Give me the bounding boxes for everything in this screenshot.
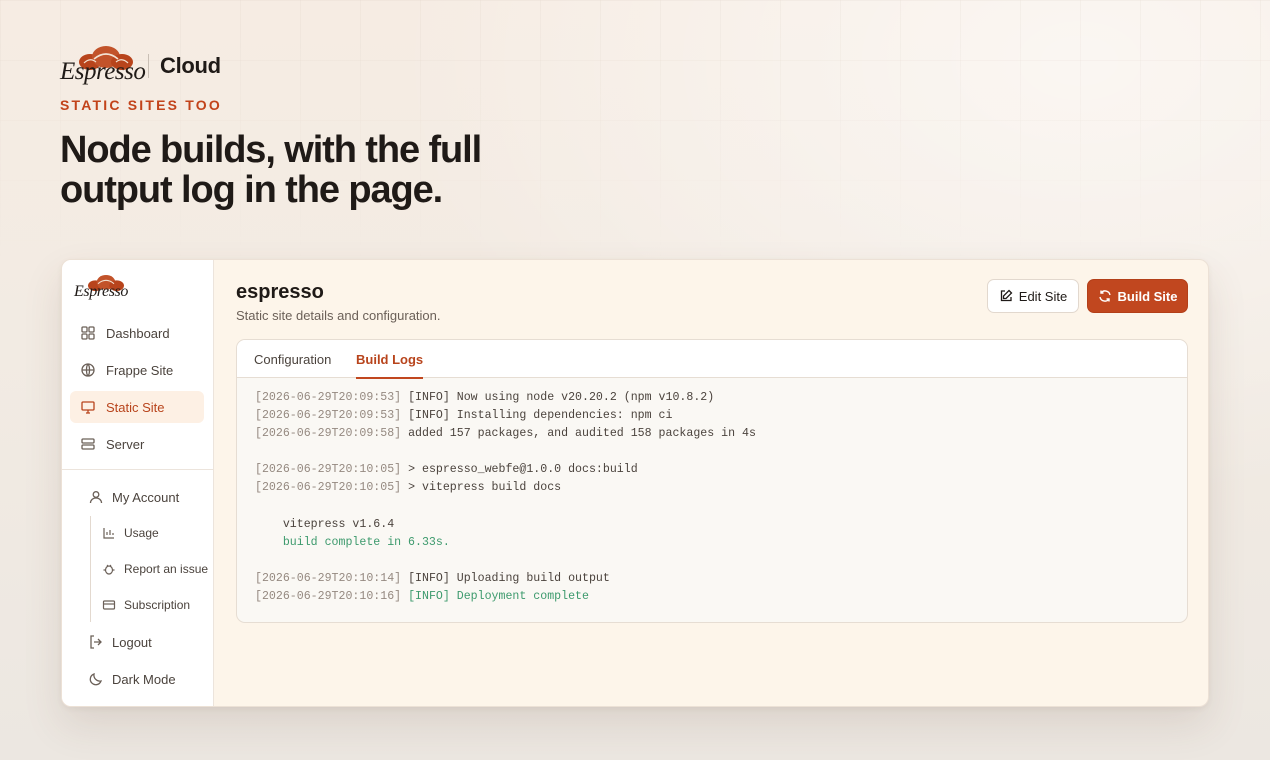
hero-eyebrow: STATIC SITES TOO bbox=[60, 97, 222, 113]
log-line: [2026-06-29T20:10:05] > vitepress build … bbox=[255, 479, 756, 497]
sidebar-item-my-account[interactable]: My Account bbox=[78, 482, 214, 512]
globe-icon bbox=[81, 363, 95, 377]
tab-build-logs[interactable]: Build Logs bbox=[356, 340, 424, 379]
brand-product-name: Cloud bbox=[160, 53, 221, 78]
sidebar-item-server[interactable]: Server bbox=[70, 428, 204, 460]
moon-icon bbox=[89, 673, 102, 686]
log-timestamp: [2026-06-29T20:10:05] bbox=[255, 481, 402, 495]
sidebar-item-static-site[interactable]: Static Site bbox=[70, 391, 204, 423]
brand-header: Espresso Cloud bbox=[60, 44, 221, 88]
credit-card-icon bbox=[102, 600, 116, 610]
log-message: vitepress v1.6.4 bbox=[255, 517, 395, 531]
refresh-icon bbox=[1098, 290, 1111, 302]
log-timestamp: [2026-06-29T20:10:16] bbox=[255, 590, 402, 604]
monitor-icon bbox=[81, 401, 95, 414]
build-site-label: Build Site bbox=[1117, 288, 1178, 304]
sidebar-item-label: Frappe Site bbox=[106, 362, 174, 378]
sidebar-item-logout[interactable]: Logout bbox=[78, 627, 214, 657]
sidebar-item-report-issue[interactable]: Report an issue bbox=[92, 555, 208, 583]
log-line: [2026-06-29T20:09:58] added 157 packages… bbox=[255, 425, 756, 443]
log-line: [2026-06-29T20:10:05] > espresso_webfe@1… bbox=[255, 461, 756, 479]
log-message: [INFO] Deployment complete bbox=[401, 590, 589, 604]
log-line: [2026-06-29T20:10:16] [INFO] Deployment … bbox=[255, 588, 756, 606]
sidebar-item-label: Report an issue bbox=[124, 562, 209, 576]
sidebar-item-label: Usage bbox=[124, 526, 159, 540]
log-timestamp: [2026-06-29T20:09:53] bbox=[255, 409, 402, 423]
sidebar-item-usage[interactable]: Usage bbox=[92, 519, 159, 547]
build-site-button[interactable]: Build Site bbox=[1087, 279, 1188, 313]
log-timestamp: [2026-06-29T20:09:53] bbox=[255, 391, 402, 404]
log-message: [INFO] Uploading build output bbox=[401, 571, 610, 585]
grid-icon bbox=[81, 326, 95, 340]
sidebar-divider bbox=[62, 469, 214, 470]
log-timestamp: [2026-06-29T20:09:58] bbox=[255, 427, 402, 441]
sidebar-wordmark: Espresso bbox=[74, 283, 128, 300]
log-line: [2026-06-29T20:10:14] [INFO] Uploading b… bbox=[255, 570, 756, 588]
log-message: build complete in 6.33s. bbox=[255, 535, 450, 549]
logout-icon bbox=[90, 635, 102, 649]
sidebar-item-dark-mode[interactable]: Dark Mode bbox=[78, 664, 214, 694]
tab-configuration[interactable]: Configuration bbox=[254, 340, 331, 378]
build-log-panel: Configuration Build Logs [2026-06-29T20:… bbox=[236, 339, 1188, 623]
log-line: vitepress v1.6.4 bbox=[255, 516, 756, 534]
sidebar-logo[interactable]: Espresso bbox=[74, 274, 134, 302]
page-title: espresso bbox=[236, 281, 324, 303]
edit-site-label: Edit Site bbox=[1018, 288, 1068, 304]
bug-icon bbox=[103, 564, 115, 575]
log-line: [2026-06-29T20:09:53] [INFO] Installing … bbox=[255, 407, 756, 425]
sidebar-item-label: Logout bbox=[112, 634, 152, 650]
brand-divider bbox=[148, 54, 149, 78]
hero-headline: Node builds, with the full output log in… bbox=[60, 130, 580, 210]
submenu-guide-line bbox=[90, 516, 91, 622]
sidebar: Espresso Dashboard Frappe Site Static Si… bbox=[62, 260, 214, 706]
sidebar-item-dashboard[interactable]: Dashboard bbox=[70, 317, 204, 349]
app-window: Espresso Dashboard Frappe Site Static Si… bbox=[61, 259, 1209, 707]
log-line: build complete in 6.33s. bbox=[255, 534, 756, 552]
log-timestamp: [2026-06-29T20:10:14] bbox=[255, 571, 402, 585]
headline-line-1: Node builds, with the full bbox=[60, 129, 482, 171]
brand-wordmark: Espresso bbox=[60, 58, 146, 85]
log-message: [INFO] Installing dependencies: npm ci bbox=[401, 409, 673, 423]
build-log-output: [2026-06-29T20:09:53] [INFO] Now using n… bbox=[255, 389, 756, 606]
chart-icon bbox=[103, 528, 114, 539]
log-message: [INFO] Now using node v20.20.2 (npm v10.… bbox=[401, 391, 715, 404]
sidebar-item-subscription[interactable]: Subscription bbox=[92, 591, 190, 619]
edit-icon bbox=[1000, 289, 1013, 302]
sidebar-item-label: Dashboard bbox=[106, 325, 170, 341]
log-line: [2026-06-29T20:09:53] [INFO] Now using n… bbox=[255, 389, 756, 407]
page-subtitle: Static site details and configuration. bbox=[236, 308, 441, 323]
log-timestamp: [2026-06-29T20:10:05] bbox=[255, 463, 402, 477]
headline-line-2: output log in the page. bbox=[60, 169, 443, 211]
espresso-logo: Espresso bbox=[60, 45, 146, 87]
edit-site-button[interactable]: Edit Site bbox=[987, 279, 1079, 313]
sidebar-item-label: Subscription bbox=[124, 598, 191, 612]
log-message: added 157 packages, and audited 158 pack… bbox=[401, 427, 756, 441]
main-content: espresso Static site details and configu… bbox=[214, 260, 1208, 706]
log-message: > espresso_webfe@1.0.0 docs:build bbox=[401, 463, 638, 477]
sidebar-item-label: Dark Mode bbox=[112, 671, 176, 687]
sidebar-item-label: Server bbox=[106, 436, 145, 452]
user-icon bbox=[89, 491, 103, 504]
server-icon bbox=[81, 438, 95, 450]
sidebar-item-label: My Account bbox=[112, 489, 180, 505]
sidebar-item-frappe-site[interactable]: Frappe Site bbox=[70, 354, 204, 386]
sidebar-item-label: Static Site bbox=[106, 399, 165, 415]
log-message: > vitepress build docs bbox=[401, 481, 562, 495]
tab-bar: Configuration Build Logs bbox=[237, 340, 1187, 379]
